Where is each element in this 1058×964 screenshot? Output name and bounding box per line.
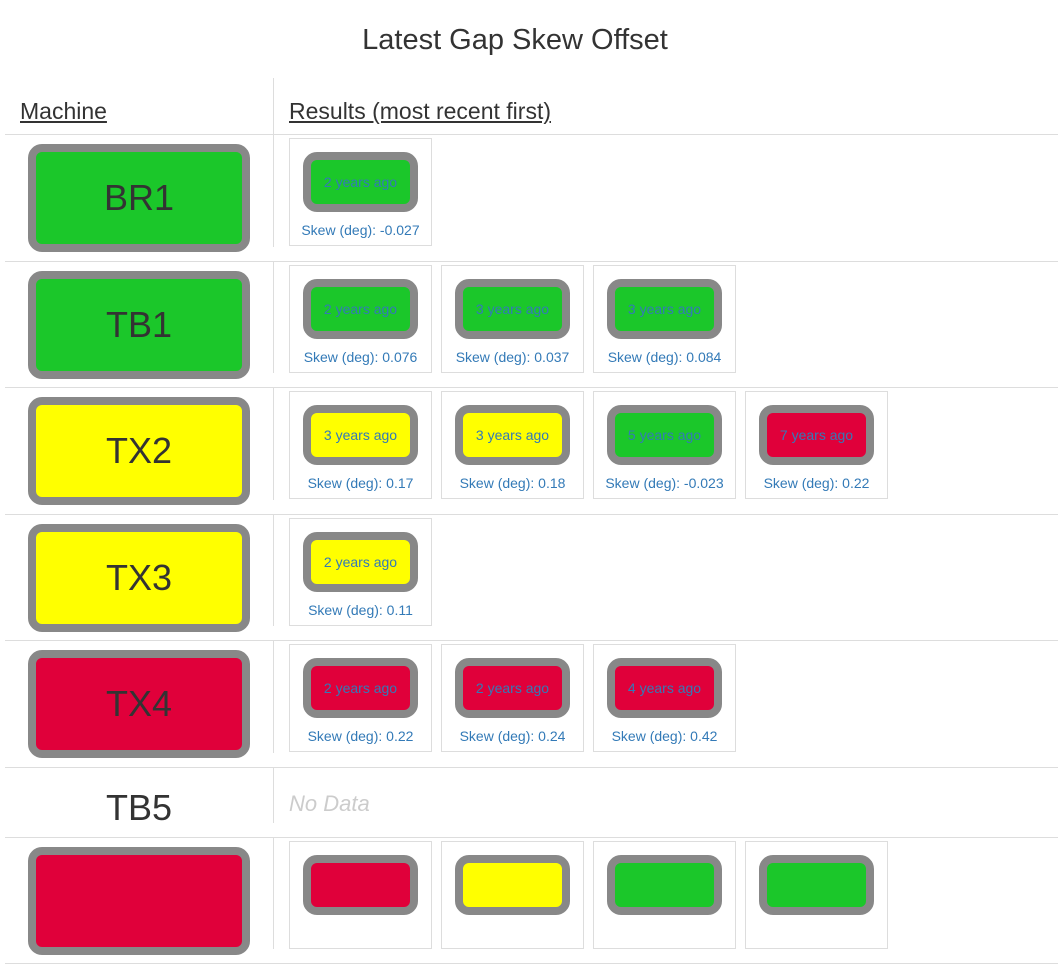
result-skew-value[interactable]: Skew (deg): -0.023	[605, 475, 723, 491]
result-card[interactable]: 3 years ago Skew (deg): 0.084	[593, 265, 736, 373]
machine-status-box[interactable]: TB5	[28, 778, 250, 838]
results-table: Machine Results (most recent first) BR12…	[5, 78, 1058, 964]
result-age-badge[interactable]: 3 years ago	[607, 279, 722, 339]
result-age-badge[interactable]: 7 years ago	[759, 405, 874, 465]
results-cell: 2 years ago Skew (deg): 0.11	[274, 515, 432, 641]
result-skew-value[interactable]: Skew (deg): -0.027	[301, 222, 419, 238]
table-row: TB5 No Data	[5, 768, 1058, 838]
result-card[interactable]	[745, 841, 888, 949]
result-card[interactable]: 2 years ago Skew (deg): 0.22	[289, 644, 432, 752]
result-skew-value[interactable]: Skew (deg): 0.17	[308, 475, 414, 491]
table-row: TX3 2 years ago Skew (deg): 0.11	[5, 515, 1058, 642]
result-age-badge[interactable]: 3 years ago	[455, 279, 570, 339]
machine-status-box[interactable]: BR1	[28, 144, 250, 252]
machine-status-box[interactable]	[28, 847, 250, 955]
table-row	[5, 838, 1058, 964]
result-card[interactable]	[593, 841, 736, 949]
result-card[interactable]: 4 years ago Skew (deg): 0.42	[593, 644, 736, 752]
result-skew-value[interactable]: Skew (deg): 0.42	[612, 728, 718, 744]
no-data-label: No Data	[289, 771, 370, 837]
result-skew-value[interactable]: Skew (deg): 0.084	[608, 349, 722, 365]
result-skew-value[interactable]: Skew (deg): 0.22	[308, 728, 414, 744]
result-age-badge[interactable]: 2 years ago	[303, 279, 418, 339]
result-card[interactable]	[289, 841, 432, 949]
machine-cell: TX3	[5, 515, 274, 627]
result-skew-value[interactable]: Skew (deg): 0.11	[308, 602, 413, 618]
results-cell: 2 years ago Skew (deg): 0.076 3 years ago S…	[274, 262, 736, 388]
table-row: BR1 2 years ago Skew (deg): -0.027	[5, 135, 1058, 262]
table-row: TB1 2 years ago Skew (deg): 0.076 3 years a…	[5, 262, 1058, 389]
machine-cell: TB5	[5, 768, 274, 823]
table-row: TX23 years agoSkew (deg): 0.173 years ag…	[5, 388, 1058, 515]
machine-column-header[interactable]: Machine	[5, 78, 274, 134]
result-card[interactable]: 3 years ago Skew (deg): 0.18	[441, 391, 584, 499]
result-age-badge[interactable]	[759, 855, 874, 915]
results-column-header[interactable]: Results (most recent first)	[274, 78, 551, 134]
page-title: Latest Gap Skew Offset	[0, 20, 1030, 60]
result-skew-value[interactable]: Skew (deg): 0.076	[304, 349, 418, 365]
machine-status-box[interactable]: TX2	[28, 397, 250, 505]
result-skew-value[interactable]: Skew (deg): 0.22	[764, 475, 870, 491]
result-age-badge[interactable]: 4 years ago	[607, 658, 722, 718]
machine-cell: BR1	[5, 135, 274, 247]
result-age-badge[interactable]	[607, 855, 722, 915]
results-cell: 2 years ago Skew (deg): -0.027	[274, 135, 432, 261]
results-cell: 3 years ago Skew (deg): 0.17 3 years ago Sk…	[274, 388, 888, 514]
machine-status-box[interactable]: TX3	[28, 524, 250, 632]
results-cell: No Data	[274, 768, 370, 837]
result-card[interactable]: 3 years ago Skew (deg): 0.037	[441, 265, 584, 373]
machine-cell: TX2	[5, 388, 274, 500]
table-body: BR12 years agoSkew (deg): -0.027TB12 yea…	[5, 135, 1058, 964]
table-row: TX42 years agoSkew (deg): 0.222 years ag…	[5, 641, 1058, 768]
result-skew-value[interactable]: Skew (deg): 0.18	[460, 475, 566, 491]
machine-cell: TX4	[5, 641, 274, 753]
table-header: Machine Results (most recent first)	[5, 78, 1058, 135]
result-skew-value[interactable]: Skew (deg): 0.24	[460, 728, 566, 744]
result-skew-value[interactable]: Skew (deg): 0.037	[456, 349, 570, 365]
result-card[interactable]: 2 years ago Skew (deg): -0.027	[289, 138, 432, 246]
machine-cell: TB1	[5, 262, 274, 374]
results-cell	[274, 838, 888, 964]
result-age-badge[interactable]: 2 years ago	[303, 152, 418, 212]
result-age-badge[interactable]	[303, 855, 418, 915]
result-age-badge[interactable]: 2 years ago	[455, 658, 570, 718]
result-age-badge[interactable]	[455, 855, 570, 915]
result-card[interactable]: 2 years ago Skew (deg): 0.24	[441, 644, 584, 752]
result-age-badge[interactable]: 3 years ago	[303, 405, 418, 465]
machine-cell	[5, 838, 274, 950]
result-age-badge[interactable]: 5 years ago	[607, 405, 722, 465]
machine-status-box[interactable]: TX4	[28, 650, 250, 758]
result-card[interactable]: 7 years ago Skew (deg): 0.22	[745, 391, 888, 499]
results-cell: 2 years ago Skew (deg): 0.22 2 years ago Sk…	[274, 641, 736, 767]
result-card[interactable]: 2 years ago Skew (deg): 0.076	[289, 265, 432, 373]
result-card[interactable]: 5 years ago Skew (deg): -0.023	[593, 391, 736, 499]
result-age-badge[interactable]: 2 years ago	[303, 532, 418, 592]
result-age-badge[interactable]: 2 years ago	[303, 658, 418, 718]
result-card[interactable]	[441, 841, 584, 949]
result-age-badge[interactable]: 3 years ago	[455, 405, 570, 465]
result-card[interactable]: 2 years ago Skew (deg): 0.11	[289, 518, 432, 626]
machine-status-box[interactable]: TB1	[28, 271, 250, 379]
result-card[interactable]: 3 years ago Skew (deg): 0.17	[289, 391, 432, 499]
